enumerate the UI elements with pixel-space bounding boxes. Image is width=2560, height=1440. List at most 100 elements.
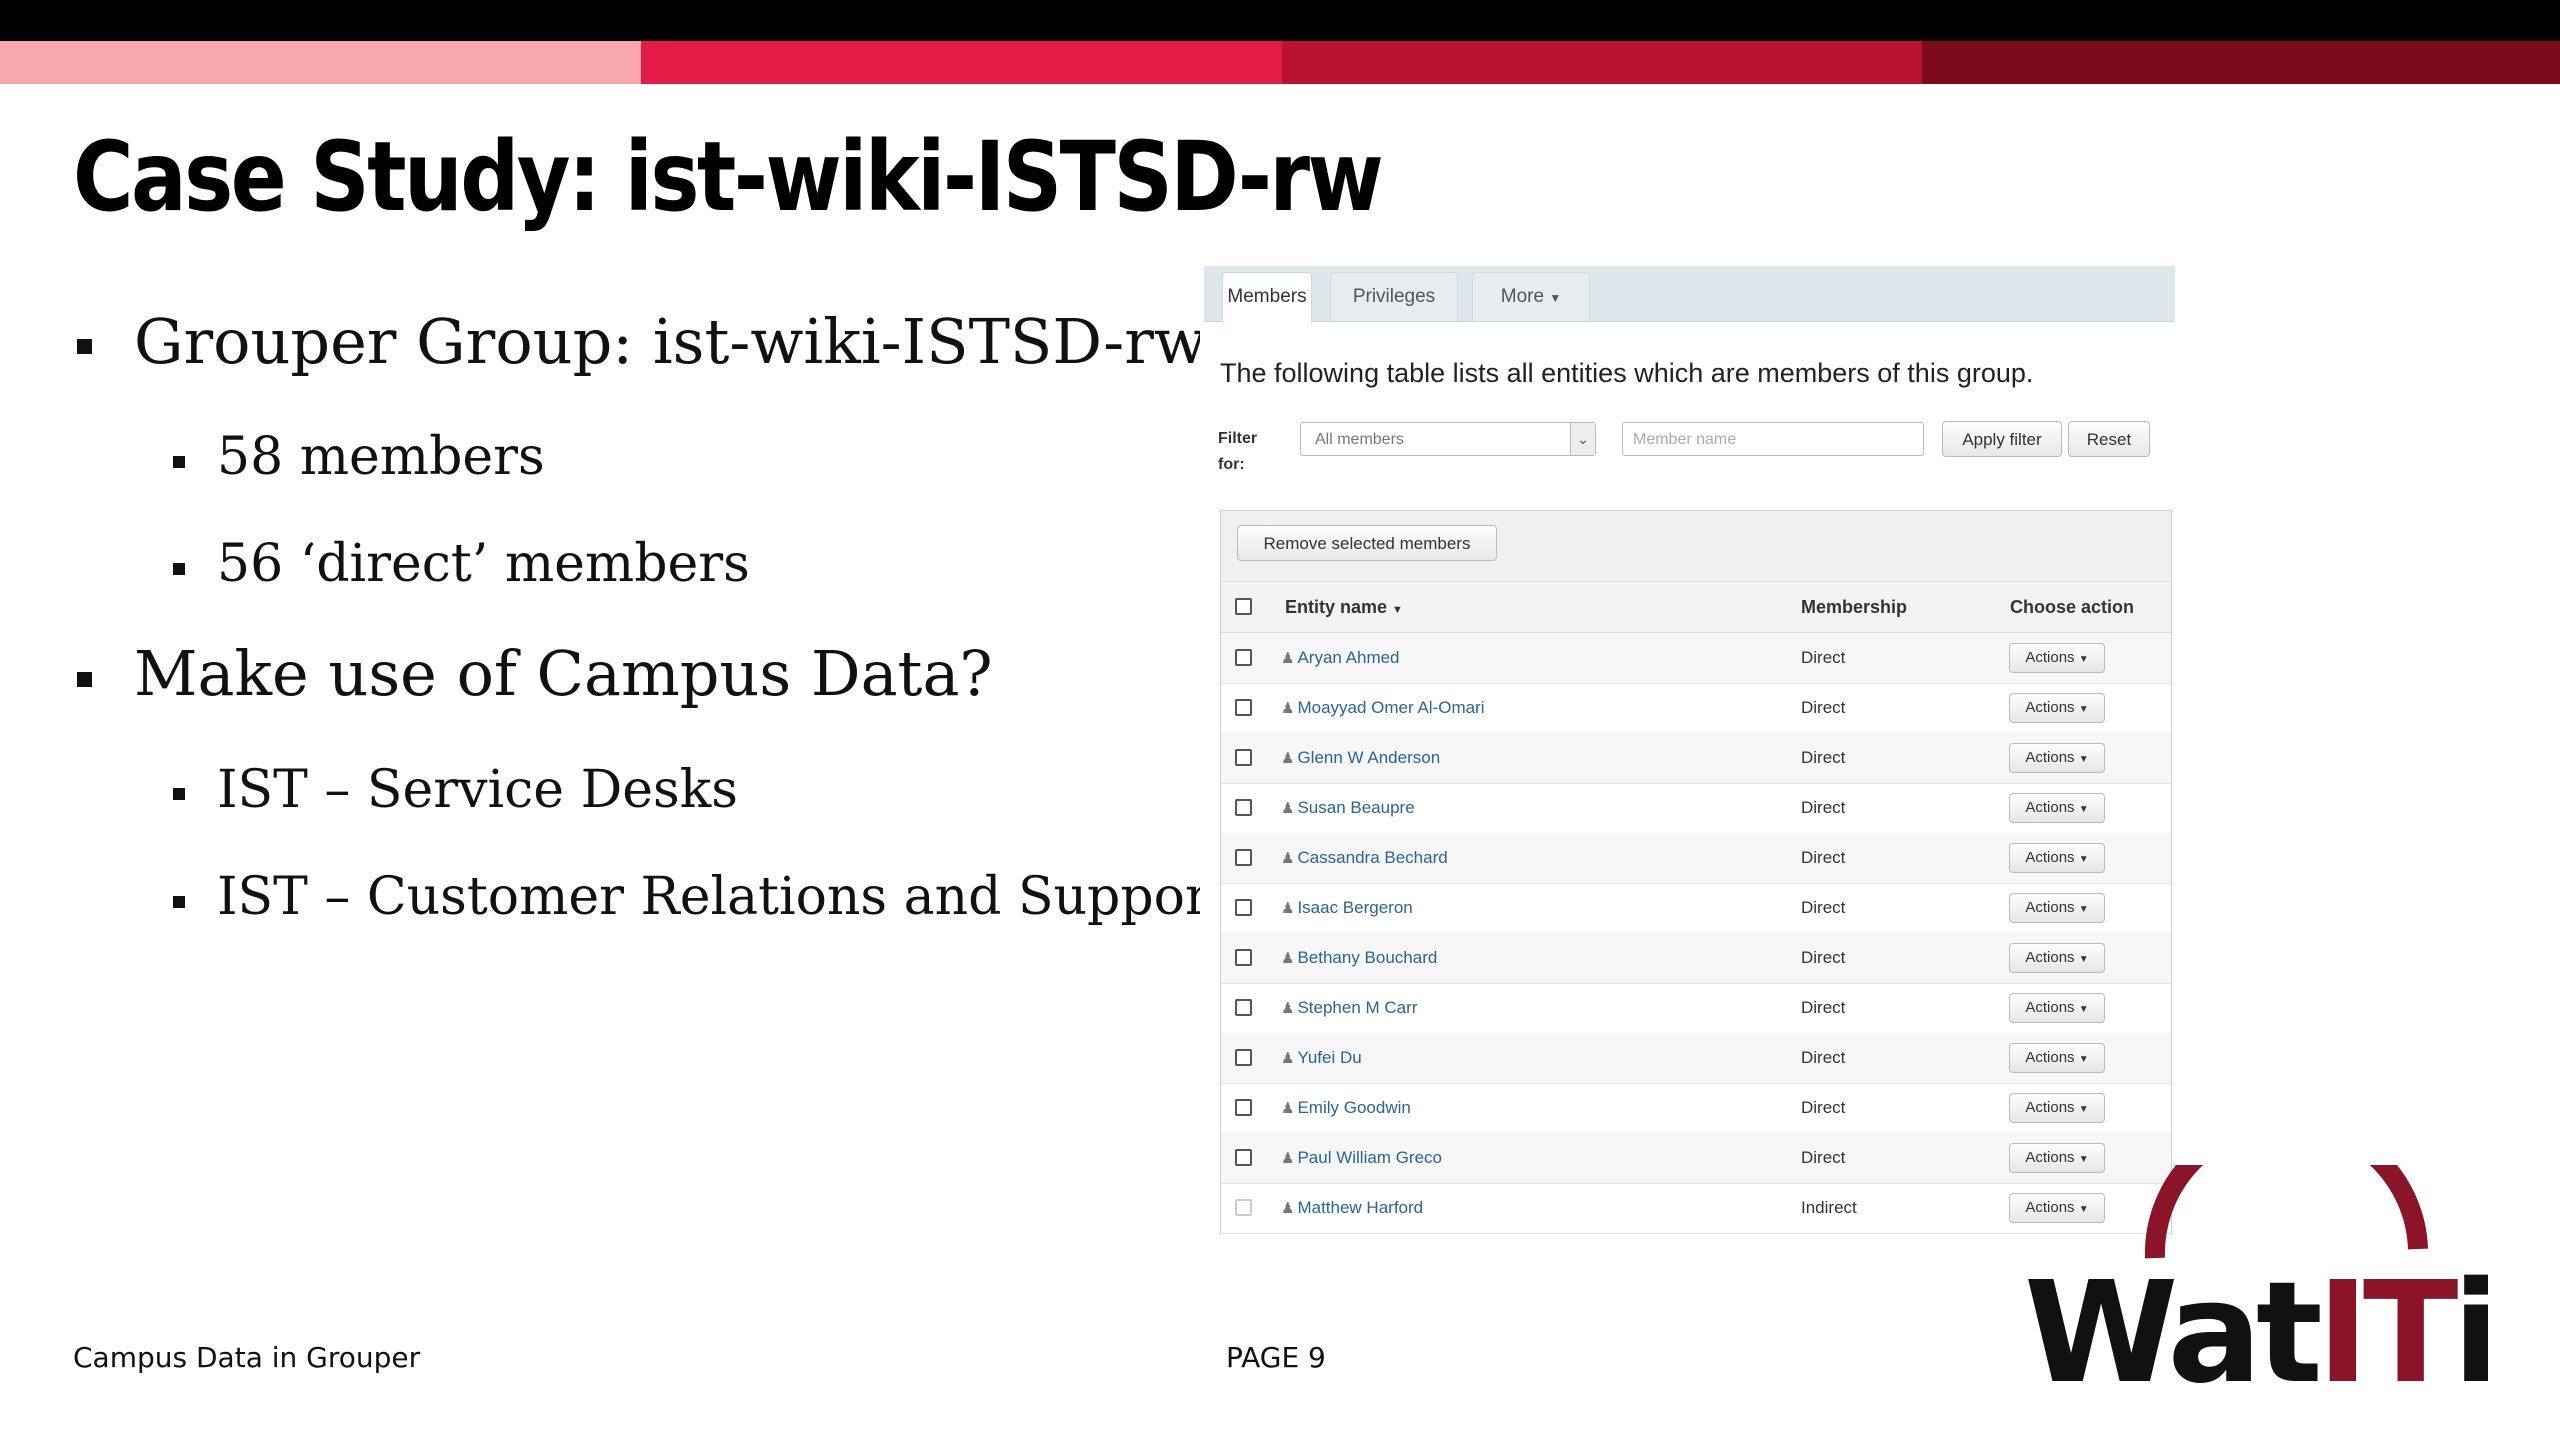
entity-name: Emily Goodwin xyxy=(1297,1098,1411,1117)
actions-dropdown-button[interactable]: Actions ▼ xyxy=(2009,893,2105,923)
caret-down-icon: ▼ xyxy=(1549,291,1562,305)
reset-button[interactable]: Reset xyxy=(2068,421,2150,457)
person-icon: ♟ xyxy=(1281,1150,1295,1167)
member-filter-select[interactable]: All members ⌄ xyxy=(1300,422,1596,456)
actions-dropdown-button[interactable]: Actions ▼ xyxy=(2009,743,2105,773)
person-icon: ♟ xyxy=(1281,850,1295,867)
person-icon: ♟ xyxy=(1281,1050,1295,1067)
actions-dropdown-button[interactable]: Actions ▼ xyxy=(2009,993,2105,1023)
table-row: ♟ Isaac Bergeron Direct Actions ▼ xyxy=(1221,883,2171,934)
tab-more[interactable]: More ▼ xyxy=(1472,272,1590,321)
row-checkbox[interactable] xyxy=(1235,999,1252,1016)
actions-label: Actions xyxy=(2025,899,2075,916)
row-checkbox[interactable] xyxy=(1235,799,1252,816)
column-membership: Membership xyxy=(1801,597,1908,617)
select-all-checkbox[interactable] xyxy=(1235,598,1252,615)
membership-type: Direct xyxy=(1801,998,1846,1017)
entity-name-link[interactable]: ♟ Yufei Du xyxy=(1281,1033,1362,1084)
caret-down-icon: ▼ xyxy=(2078,904,2089,915)
top-black-bar xyxy=(0,0,2560,41)
membership-type: Direct xyxy=(1801,798,1846,817)
entity-name-link[interactable]: ♟ Moayyad Omer Al-Omari xyxy=(1281,683,1485,734)
person-icon: ♟ xyxy=(1281,1200,1295,1217)
actions-dropdown-button[interactable]: Actions ▼ xyxy=(2009,1093,2105,1123)
entity-name-link[interactable]: ♟ Susan Beaupre xyxy=(1281,783,1415,834)
tab-bar: Members Privileges More ▼ xyxy=(1204,266,2175,323)
tab-more-label: More xyxy=(1500,286,1545,307)
table-row: ♟ Bethany Bouchard Direct Actions ▼ xyxy=(1221,933,2171,984)
actions-label: Actions xyxy=(2025,999,2075,1016)
header-stripe-4 xyxy=(1922,41,2560,84)
membership-type: Direct xyxy=(1801,698,1846,717)
entity-name: Bethany Bouchard xyxy=(1297,948,1438,967)
entity-name-link[interactable]: ♟ Emily Goodwin xyxy=(1281,1083,1411,1134)
bullet-marker xyxy=(77,339,92,354)
caret-down-icon: ▼ xyxy=(2078,954,2089,965)
entity-name-link[interactable]: ♟ Matthew Harford xyxy=(1281,1183,1423,1234)
entity-name-link[interactable]: ♟ Isaac Bergeron xyxy=(1281,883,1413,934)
entity-name-link[interactable]: ♟ Paul William Greco xyxy=(1281,1133,1442,1184)
actions-dropdown-button[interactable]: Actions ▼ xyxy=(2009,943,2105,973)
entity-name: Glenn W Anderson xyxy=(1297,748,1441,767)
membership-type: Direct xyxy=(1801,1048,1846,1067)
entity-name-link[interactable]: ♟ Aryan Ahmed xyxy=(1281,633,1400,684)
actions-label: Actions xyxy=(2025,949,2075,966)
actions-dropdown-button[interactable]: Actions ▼ xyxy=(2009,693,2105,723)
caret-down-icon: ▼ xyxy=(2078,1004,2089,1015)
actions-dropdown-button[interactable]: Actions ▼ xyxy=(2009,843,2105,873)
membership-type: Indirect xyxy=(1801,1198,1857,1217)
person-icon: ♟ xyxy=(1281,950,1295,967)
member-name-input[interactable]: Member name xyxy=(1622,422,1924,456)
column-choose-action: Choose action xyxy=(2010,597,2135,617)
membership-type: Direct xyxy=(1801,1098,1846,1117)
table-row: ♟ Susan Beaupre Direct Actions ▼ xyxy=(1221,783,2171,834)
sort-caret-icon: ▼ xyxy=(1392,604,1403,616)
apply-filter-button[interactable]: Apply filter xyxy=(1942,421,2062,457)
slide-title: Case Study: ist-wiki-ISTSD-rw xyxy=(73,121,1384,233)
table-row: ♟ Moayyad Omer Al-Omari Direct Actions ▼ xyxy=(1221,683,2171,734)
intro-text: The following table lists all entities w… xyxy=(1220,358,2034,388)
members-table: Remove selected members Entity name ▼ Me… xyxy=(1220,510,2172,1235)
filter-label-line2: for: xyxy=(1218,456,1245,473)
entity-name-link[interactable]: ♟ Stephen M Carr xyxy=(1281,983,1417,1034)
row-checkbox[interactable] xyxy=(1235,899,1252,916)
row-checkbox[interactable] xyxy=(1235,649,1252,666)
column-entity-name[interactable]: Entity name ▼ xyxy=(1285,582,1403,635)
actions-label: Actions xyxy=(2025,799,2075,816)
entity-name-link[interactable]: ♟ Cassandra Bechard xyxy=(1281,833,1448,884)
bullet-marker xyxy=(173,788,185,800)
row-checkbox[interactable] xyxy=(1235,1199,1252,1216)
actions-dropdown-button[interactable]: Actions ▼ xyxy=(2009,793,2105,823)
tab-privileges[interactable]: Privileges xyxy=(1330,272,1458,321)
membership-type: Direct xyxy=(1801,1148,1846,1167)
remove-selected-button[interactable]: Remove selected members xyxy=(1237,525,1497,561)
entity-name: Susan Beaupre xyxy=(1297,798,1415,817)
row-checkbox[interactable] xyxy=(1235,1149,1252,1166)
entity-name-link[interactable]: ♟ Glenn W Anderson xyxy=(1281,733,1440,784)
entity-name: Moayyad Omer Al-Omari xyxy=(1297,698,1485,717)
membership-type: Direct xyxy=(1801,648,1846,667)
actions-dropdown-button[interactable]: Actions ▼ xyxy=(2009,1043,2105,1073)
membership-type: Direct xyxy=(1801,898,1846,917)
person-icon: ♟ xyxy=(1281,750,1295,767)
row-checkbox[interactable] xyxy=(1235,849,1252,866)
row-checkbox[interactable] xyxy=(1235,1099,1252,1116)
caret-down-icon: ▼ xyxy=(2078,1154,2089,1165)
row-checkbox[interactable] xyxy=(1235,699,1252,716)
logo-arc xyxy=(2144,1165,2428,1259)
row-checkbox[interactable] xyxy=(1235,949,1252,966)
actions-dropdown-button[interactable]: Actions ▼ xyxy=(2009,643,2105,673)
actions-label: Actions xyxy=(2025,1149,2075,1166)
membership-type: Direct xyxy=(1801,948,1846,967)
entity-name-link[interactable]: ♟ Bethany Bouchard xyxy=(1281,933,1437,984)
tab-members[interactable]: Members xyxy=(1222,272,1312,323)
row-checkbox[interactable] xyxy=(1235,1049,1252,1066)
table-row: ♟ Yufei Du Direct Actions ▼ xyxy=(1221,1033,2171,1084)
svg-text:WatITis: WatITis xyxy=(2024,1252,2488,1395)
table-row: ♟ Glenn W Anderson Direct Actions ▼ xyxy=(1221,733,2171,784)
bullet-grouper-group: Grouper Group: ist-wiki-ISTSD-rw xyxy=(134,305,1207,378)
table-toolbar: Remove selected members xyxy=(1221,511,2171,582)
actions-label: Actions xyxy=(2025,1049,2075,1066)
row-checkbox[interactable] xyxy=(1235,749,1252,766)
membership-type: Direct xyxy=(1801,848,1846,867)
